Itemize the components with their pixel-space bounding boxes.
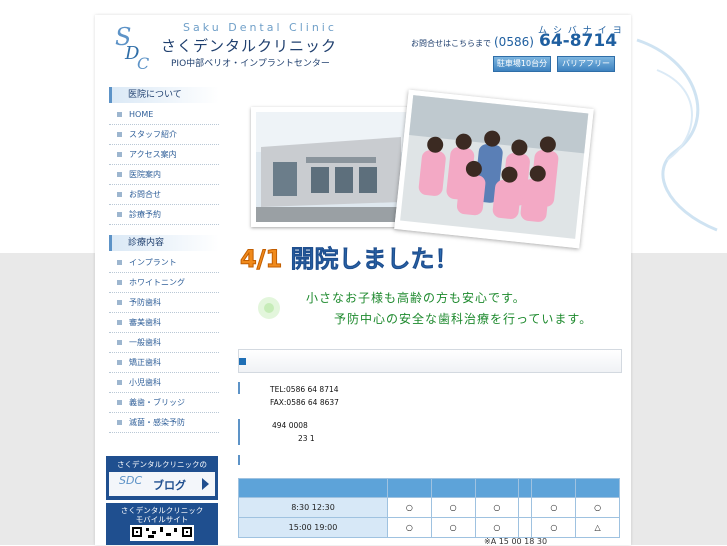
sidebar-item-access[interactable]: アクセス案内: [109, 145, 219, 165]
sidebar-item-contact[interactable]: お問合せ: [109, 185, 219, 205]
fax-line: FAX:0586 64 8637: [270, 398, 339, 407]
opening-text: 開院しました！: [290, 245, 459, 274]
schedule-cell: ○: [531, 517, 577, 538]
schedule-cell: ○: [430, 517, 476, 538]
schedule-cell: ○: [387, 497, 432, 518]
blog-banner-caption: さくデンタルクリニックの: [117, 460, 207, 469]
address-line: 23 1: [298, 434, 315, 443]
hours-marker: [238, 455, 240, 465]
svg-text:C: C: [137, 54, 149, 71]
sidebar-item-home[interactable]: HOME: [109, 105, 219, 125]
info-header-bar: [238, 349, 622, 373]
qr-code-icon: [130, 525, 194, 541]
sidebar-item-staff[interactable]: スタッフ紹介: [109, 125, 219, 145]
arrow-right-icon: [202, 478, 209, 490]
page-container: S D C Saku Dental Clinic さくデンタルクリニック PIO…: [95, 15, 631, 546]
schedule-cell: [518, 517, 533, 538]
tel-line: TEL:0586 64 8714: [270, 385, 339, 394]
schedule-cell: ○: [474, 497, 520, 518]
sidebar-item-denture[interactable]: 義歯・ブリッジ: [109, 393, 219, 413]
zip-line: 494 0008: [272, 421, 308, 430]
barrierfree-badge: バリアフリー: [557, 56, 615, 72]
schedule-cell: ○: [474, 517, 520, 538]
opening-announcement: 4/1 開院しました！: [239, 239, 459, 274]
logo-subtitle: PIO中部ベリオ・インプラントセンター: [171, 59, 330, 69]
sdc-small-logo-icon: SDC: [119, 474, 143, 487]
hero-message-1: 小さなお子様も高齢の方も安心です。: [306, 291, 526, 305]
clinic-building-photo: [251, 107, 411, 227]
info-marker: [238, 382, 240, 394]
sidebar-item-clinic-info[interactable]: 医院案内: [109, 165, 219, 185]
logo-english: Saku Dental Clinic: [183, 21, 337, 34]
opening-date: 4/1: [239, 245, 283, 274]
schedule-cell: ○: [531, 497, 577, 518]
sidebar-item-implant[interactable]: インプラント: [109, 253, 219, 273]
schedule-cell: △: [575, 517, 620, 538]
sparkle-icon: [258, 297, 280, 319]
sidebar-item-preventive[interactable]: 予防歯科: [109, 293, 219, 313]
schedule-table: 8:30 12:30 ○ ○ ○ ○ ○ 15:00 19:00 ○ ○ ○ ○…: [238, 478, 620, 538]
blog-banner-body: SDC ブログ: [109, 472, 215, 496]
phone-prefix: (0586): [494, 35, 534, 49]
blog-banner[interactable]: さくデンタルクリニックの SDC ブログ: [106, 456, 218, 500]
sidebar-section-about: 医院について: [109, 87, 219, 103]
mobile-banner-caption: さくデンタルクリニック モバイルサイト: [120, 506, 204, 524]
schedule-cell: [518, 497, 533, 518]
sidebar-item-general[interactable]: 一般歯科: [109, 333, 219, 353]
mobile-site-banner[interactable]: さくデンタルクリニック モバイルサイト: [106, 503, 218, 545]
schedule-cell: ○: [575, 497, 620, 518]
sidebar-item-sterilization[interactable]: 滅菌・感染予防: [109, 413, 219, 433]
blog-label: ブログ: [153, 479, 186, 492]
sidebar: 医院について HOME スタッフ紹介 アクセス案内 医院案内 お問合せ 診療予約…: [109, 87, 219, 433]
sidebar-item-reservation[interactable]: 診療予約: [109, 205, 219, 225]
sidebar-item-pediatric[interactable]: 小児歯科: [109, 373, 219, 393]
schedule-time: 15:00 19:00: [238, 517, 388, 538]
sidebar-item-orthodontic[interactable]: 矯正歯科: [109, 353, 219, 373]
schedule-cell: ○: [387, 517, 432, 538]
parking-badge: 駐車場10台分: [493, 56, 551, 72]
schedule-header-row: [238, 478, 620, 498]
sidebar-item-whitening[interactable]: ホワイトニング: [109, 273, 219, 293]
schedule-row-morning: 8:30 12:30 ○ ○ ○ ○ ○: [238, 497, 620, 518]
address-marker: [238, 419, 240, 445]
hero-message-2: 予防中心の安全な歯科治療を行っています。: [334, 312, 593, 326]
schedule-time: 8:30 12:30: [238, 497, 388, 518]
phone-digits: 64-8714: [539, 31, 618, 51]
schedule-row-afternoon: 15:00 19:00 ○ ○ ○ ○ △: [238, 517, 620, 538]
inquiry-label: お問合せはこちらまで: [411, 39, 491, 48]
staff-group-photo: [394, 89, 594, 249]
logo-japanese[interactable]: さくデンタルクリニック: [161, 35, 337, 56]
sidebar-section-treatment: 診療内容: [109, 235, 219, 251]
sdc-logo-icon[interactable]: S D C: [113, 21, 157, 71]
sidebar-item-esthetic[interactable]: 審美歯科: [109, 313, 219, 333]
schedule-cell: ○: [430, 497, 476, 518]
hero-visual: 4/1 開院しました！ 小さなお子様も高齢の方も安心です。 予防中心の安全な歯科…: [238, 89, 620, 347]
phone-number: (0586) 64-8714: [494, 31, 617, 51]
